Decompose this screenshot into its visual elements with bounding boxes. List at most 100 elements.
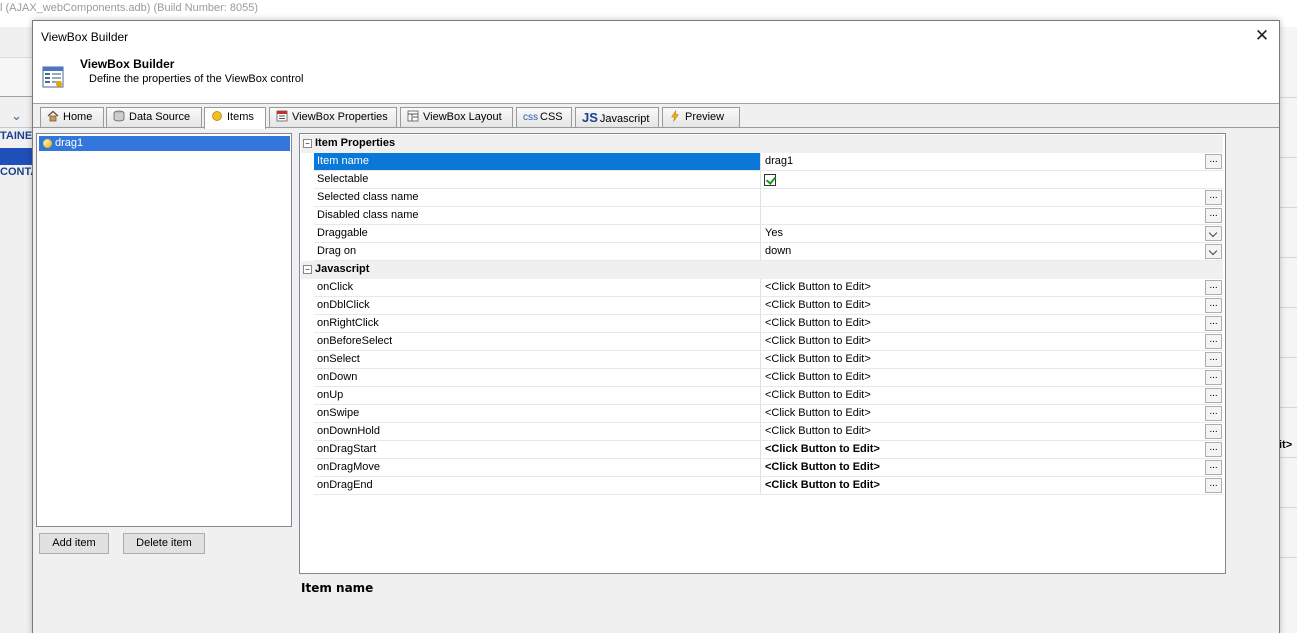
property-row-onrightclick[interactable]: onRightClick <Click Button to Edit>... bbox=[314, 315, 1223, 333]
property-value[interactable]: <Click Button to Edit> bbox=[762, 423, 1205, 440]
tab-viewbox-layout[interactable]: ViewBox Layout bbox=[400, 107, 513, 128]
ellipsis-button[interactable]: ... bbox=[1205, 298, 1222, 313]
ellipsis-button[interactable]: ... bbox=[1205, 316, 1222, 331]
background-tree-item[interactable]: TAINEI bbox=[0, 130, 35, 142]
description-title: Item name bbox=[301, 581, 374, 595]
property-row-selected-class-name[interactable]: Selected class name ... bbox=[314, 189, 1223, 207]
close-icon[interactable]: ✕ bbox=[1251, 26, 1273, 48]
property-value[interactable]: <Click Button to Edit> bbox=[762, 315, 1205, 332]
property-name: Disabled class name bbox=[314, 207, 761, 224]
builder-form-icon bbox=[42, 66, 64, 88]
tab-css[interactable]: css CSS bbox=[516, 107, 572, 128]
ellipsis-button[interactable]: ... bbox=[1205, 370, 1222, 385]
tab-label: CSS bbox=[540, 111, 563, 123]
property-value[interactable]: <Click Button to Edit> bbox=[762, 333, 1205, 350]
header-title: ViewBox Builder bbox=[80, 57, 175, 71]
ellipsis-button[interactable]: ... bbox=[1205, 460, 1222, 475]
property-name: onDragMove bbox=[314, 459, 761, 476]
chevron-down-icon[interactable] bbox=[1205, 226, 1222, 241]
property-row-ondragmove[interactable]: onDragMove <Click Button to Edit>... bbox=[314, 459, 1223, 477]
property-grid: − Item Properties Item name drag1 ... Se… bbox=[299, 133, 1226, 574]
property-row-ondragstart[interactable]: onDragStart <Click Button to Edit>... bbox=[314, 441, 1223, 459]
property-row-onclick[interactable]: onClick <Click Button to Edit>... bbox=[314, 279, 1223, 297]
tab-home[interactable]: Home bbox=[40, 107, 104, 128]
js-icon: JS bbox=[582, 110, 598, 125]
property-value[interactable]: <Click Button to Edit> bbox=[762, 351, 1205, 368]
property-row-ondownhold[interactable]: onDownHold <Click Button to Edit>... bbox=[314, 423, 1223, 441]
tab-preview[interactable]: Preview bbox=[662, 107, 740, 128]
property-name: onClick bbox=[314, 279, 761, 296]
property-name: onBeforeSelect bbox=[314, 333, 761, 350]
ellipsis-button[interactable]: ... bbox=[1205, 478, 1222, 493]
delete-item-button[interactable]: Delete item bbox=[123, 533, 205, 554]
property-name: onDragStart bbox=[314, 441, 761, 458]
ellipsis-button[interactable]: ... bbox=[1205, 334, 1222, 349]
home-icon bbox=[47, 110, 59, 122]
viewbox-builder-dialog: ViewBox Builder ✕ ViewBox Builder Define… bbox=[32, 20, 1280, 633]
property-value[interactable] bbox=[762, 207, 1205, 224]
tab-items[interactable]: Items bbox=[204, 107, 266, 129]
property-row-onselect[interactable]: onSelect <Click Button to Edit>... bbox=[314, 351, 1223, 369]
dialog-title-bar[interactable]: ViewBox Builder ✕ bbox=[33, 21, 1279, 53]
items-list[interactable]: drag1 bbox=[36, 133, 292, 527]
property-row-item-name[interactable]: Item name drag1 ... bbox=[314, 153, 1223, 171]
property-row-ondown[interactable]: onDown <Click Button to Edit>... bbox=[314, 369, 1223, 387]
property-row-onup[interactable]: onUp <Click Button to Edit>... bbox=[314, 387, 1223, 405]
property-value[interactable]: <Click Button to Edit> bbox=[762, 279, 1205, 296]
item-dot-icon bbox=[43, 139, 52, 148]
ellipsis-button[interactable]: ... bbox=[1205, 154, 1222, 169]
tab-viewbox-properties[interactable]: ViewBox Properties bbox=[269, 107, 397, 128]
selectable-checkbox[interactable] bbox=[764, 174, 776, 186]
property-value[interactable]: drag1 bbox=[762, 153, 1205, 170]
property-name: Selectable bbox=[314, 171, 761, 188]
property-value[interactable]: <Click Button to Edit> bbox=[762, 369, 1205, 386]
property-value[interactable] bbox=[762, 171, 1205, 188]
background-selected-row[interactable] bbox=[0, 148, 33, 165]
property-row-ondblclick[interactable]: onDblClick <Click Button to Edit>... bbox=[314, 297, 1223, 315]
ellipsis-button[interactable]: ... bbox=[1205, 442, 1222, 457]
ellipsis-button[interactable]: ... bbox=[1205, 406, 1222, 421]
ellipsis-button[interactable]: ... bbox=[1205, 190, 1222, 205]
layout-icon bbox=[407, 110, 419, 122]
collapse-icon[interactable]: − bbox=[303, 139, 312, 148]
ellipsis-button[interactable]: ... bbox=[1205, 388, 1222, 403]
chevron-down-icon[interactable]: ⌄ bbox=[11, 108, 22, 124]
properties-icon bbox=[276, 110, 288, 122]
property-row-onbeforeselect[interactable]: onBeforeSelect <Click Button to Edit>... bbox=[314, 333, 1223, 351]
category-label: Item Properties bbox=[315, 137, 396, 149]
collapse-icon[interactable]: − bbox=[303, 265, 312, 274]
property-row-ondragend[interactable]: onDragEnd <Click Button to Edit>... bbox=[314, 477, 1223, 495]
property-value[interactable]: <Click Button to Edit> bbox=[762, 387, 1205, 404]
property-value[interactable]: <Click Button to Edit> bbox=[762, 459, 1205, 476]
ellipsis-button[interactable]: ... bbox=[1205, 424, 1222, 439]
property-row-selectable[interactable]: Selectable bbox=[314, 171, 1223, 189]
lightning-icon bbox=[671, 110, 679, 122]
property-value[interactable]: <Click Button to Edit> bbox=[762, 405, 1205, 422]
chevron-down-icon[interactable] bbox=[1205, 244, 1222, 259]
ellipsis-button[interactable]: ... bbox=[1205, 280, 1222, 295]
property-row-draggable[interactable]: Draggable Yes bbox=[314, 225, 1223, 243]
ellipsis-button[interactable]: ... bbox=[1205, 208, 1222, 223]
property-row-disabled-class-name[interactable]: Disabled class name ... bbox=[314, 207, 1223, 225]
tab-data-source[interactable]: Data Source bbox=[106, 107, 202, 128]
category-javascript[interactable]: − Javascript bbox=[301, 261, 1223, 279]
property-value[interactable]: Yes bbox=[762, 225, 1205, 242]
property-value[interactable]: <Click Button to Edit> bbox=[762, 297, 1205, 314]
tab-javascript[interactable]: JS Javascript bbox=[575, 107, 659, 128]
database-icon bbox=[113, 110, 125, 122]
tab-label: Javascript bbox=[599, 113, 650, 125]
dialog-title: ViewBox Builder bbox=[41, 30, 129, 44]
property-value[interactable]: down bbox=[762, 243, 1205, 260]
background-right-panel bbox=[1280, 27, 1297, 633]
add-item-button[interactable]: Add item bbox=[39, 533, 109, 554]
tab-label: ViewBox Properties bbox=[292, 111, 388, 123]
property-row-onswipe[interactable]: onSwipe <Click Button to Edit>... bbox=[314, 405, 1223, 423]
background-divider bbox=[0, 127, 33, 128]
property-value[interactable]: <Click Button to Edit> bbox=[762, 477, 1205, 494]
category-item-properties[interactable]: − Item Properties bbox=[301, 135, 1223, 153]
property-value[interactable] bbox=[762, 189, 1205, 206]
property-row-drag-on[interactable]: Drag on down bbox=[314, 243, 1223, 261]
list-item[interactable]: drag1 bbox=[39, 136, 290, 151]
property-value[interactable]: <Click Button to Edit> bbox=[762, 441, 1205, 458]
ellipsis-button[interactable]: ... bbox=[1205, 352, 1222, 367]
